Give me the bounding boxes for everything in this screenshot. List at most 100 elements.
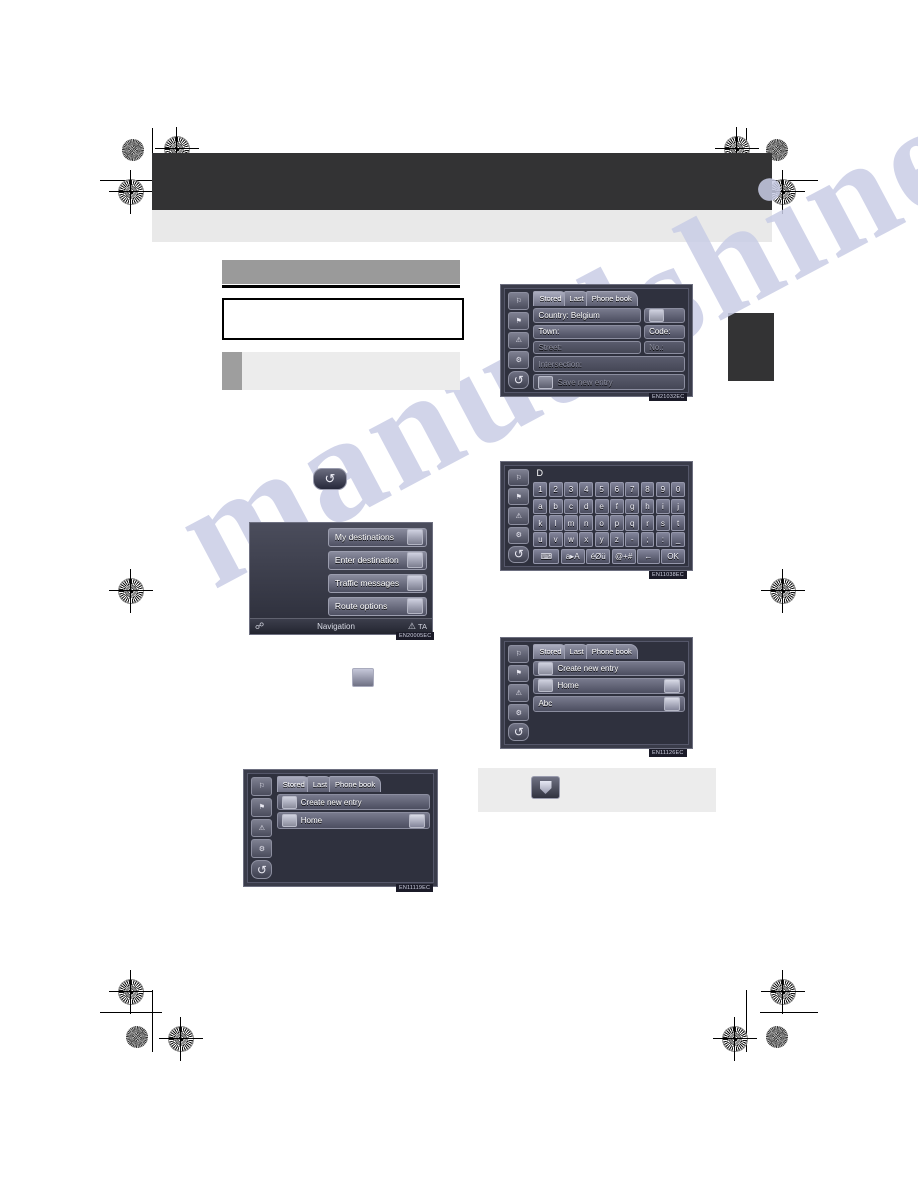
key-c[interactable]: c	[564, 498, 578, 514]
route-options-icon[interactable]: ⚙	[508, 703, 530, 722]
key-semicolon[interactable]: ;	[640, 532, 655, 548]
menu-item-traffic-messages[interactable]: Traffic messages	[327, 573, 427, 593]
key-g[interactable]: g	[625, 498, 640, 514]
key-x[interactable]: x	[579, 532, 594, 548]
row-town[interactable]: Town:	[533, 324, 642, 339]
key-p[interactable]: p	[610, 515, 624, 531]
key-v[interactable]: v	[548, 532, 563, 548]
key-r[interactable]: r	[640, 515, 655, 531]
key-a[interactable]: a	[533, 498, 548, 514]
key-h[interactable]: h	[640, 498, 655, 514]
key-y[interactable]: y	[594, 532, 609, 548]
row-street[interactable]: Street:	[533, 340, 642, 355]
key-n[interactable]: n	[579, 515, 594, 531]
row-home[interactable]: Home	[276, 812, 430, 830]
row-save-new-entry[interactable]: Save new entry	[533, 374, 685, 391]
menu-item-my-destinations[interactable]: My destinations	[327, 527, 427, 547]
key-k[interactable]: k	[533, 515, 548, 531]
key-3[interactable]: 3	[564, 482, 578, 498]
row-spacer	[277, 831, 430, 846]
key-t[interactable]: t	[671, 515, 686, 531]
registration-mark-bl2	[109, 970, 153, 1014]
my-destinations-icon	[407, 529, 423, 545]
key-symbols[interactable]: @+#	[611, 548, 636, 565]
key-u[interactable]: u	[533, 532, 548, 548]
tab-phone-book[interactable]: Phone book	[585, 644, 638, 659]
route-options-icon[interactable]: ⚙	[508, 526, 530, 544]
key-z[interactable]: z	[610, 532, 624, 548]
key-0[interactable]: 0	[671, 482, 686, 498]
my-destinations-icon[interactable]: ⚐	[508, 292, 530, 310]
edit-entry-icon[interactable]	[664, 678, 680, 693]
tab-stored[interactable]: Stored	[276, 776, 311, 792]
key-underscore[interactable]: _	[671, 532, 686, 548]
key-8[interactable]: 8	[640, 482, 655, 498]
key-s[interactable]: s	[655, 515, 670, 531]
back-icon[interactable]: ↺	[251, 860, 273, 879]
traffic-messages-icon	[407, 575, 423, 591]
back-icon[interactable]: ↺	[508, 723, 530, 741]
row-country-action[interactable]	[644, 307, 685, 323]
key-ok[interactable]: OK	[661, 548, 686, 565]
key-2[interactable]: 2	[548, 482, 563, 498]
row-intersection[interactable]: Intersection:	[533, 356, 685, 373]
tab-stored[interactable]: Stored	[533, 644, 568, 659]
key-q[interactable]: q	[625, 515, 640, 531]
key-w[interactable]: w	[564, 532, 578, 548]
key-o[interactable]: o	[594, 515, 609, 531]
row-create-new-entry[interactable]: Create new entry	[276, 793, 430, 811]
keyboard-input-value[interactable]: D	[533, 467, 685, 479]
info-tint-box	[222, 352, 460, 390]
back-icon[interactable]: ↺	[508, 371, 530, 389]
tab-stored[interactable]: Stored	[533, 291, 568, 306]
my-destinations-icon[interactable]: ⚐	[508, 469, 530, 487]
my-destinations-icon[interactable]: ⚐	[508, 645, 530, 663]
key-4[interactable]: 4	[579, 482, 594, 498]
traffic-messages-icon[interactable]: ⚠	[508, 331, 530, 350]
traffic-messages-icon[interactable]: ⚠	[508, 684, 530, 702]
my-destinations-icon[interactable]: ⚐	[251, 777, 273, 796]
row-number[interactable]: No.:	[644, 340, 685, 355]
route-options-icon[interactable]: ⚙	[251, 839, 273, 859]
key-colon[interactable]: :	[655, 532, 670, 548]
traffic-messages-icon[interactable]: ⚠	[508, 507, 530, 525]
key-case-toggle[interactable]: a▸A	[560, 548, 585, 565]
traffic-messages-icon[interactable]: ⚠	[251, 818, 273, 838]
key-hyphen[interactable]: -	[625, 532, 640, 548]
key-e[interactable]: e	[594, 498, 609, 514]
enter-destination-icon[interactable]: ⚑	[508, 664, 530, 683]
key-l[interactable]: l	[548, 515, 563, 531]
enter-destination-icon[interactable]: ⚑	[508, 311, 530, 330]
key-f[interactable]: f	[610, 498, 624, 514]
key-5[interactable]: 5	[594, 482, 609, 498]
key-accents[interactable]: éØü	[586, 548, 611, 565]
enter-destination-icon[interactable]: ⚑	[508, 488, 530, 506]
back-icon[interactable]: ↺	[508, 545, 530, 564]
tab-phone-book[interactable]: Phone book	[329, 776, 382, 792]
menu-item-route-options[interactable]: Route options	[327, 596, 427, 616]
inline-back-icon: ↺	[313, 468, 347, 490]
row-code[interactable]: Code:	[644, 324, 685, 339]
navigation-menu-list: My destinations Enter destination Traffi…	[250, 523, 432, 618]
tab-phone-book[interactable]: Phone book	[585, 291, 638, 306]
key-j[interactable]: j	[671, 498, 686, 514]
menu-item-enter-destination[interactable]: Enter destination	[327, 550, 427, 570]
row-country[interactable]: Country: Belgium	[533, 307, 642, 323]
edit-entry-icon[interactable]	[409, 813, 425, 828]
key-6[interactable]: 6	[610, 482, 624, 498]
key-i[interactable]: i	[655, 498, 670, 514]
key-m[interactable]: m	[564, 515, 578, 531]
route-options-icon[interactable]: ⚙	[508, 351, 530, 370]
key-d[interactable]: d	[579, 498, 594, 514]
keyboard-layout-icon[interactable]: ⌨	[533, 548, 560, 565]
key-9[interactable]: 9	[655, 482, 670, 498]
key-1[interactable]: 1	[533, 482, 548, 498]
key-b[interactable]: b	[548, 498, 563, 514]
row-home[interactable]: Home	[533, 677, 685, 694]
enter-destination-icon[interactable]: ⚑	[251, 797, 273, 817]
row-abc[interactable]: Abc	[533, 695, 685, 712]
row-create-new-entry[interactable]: Create new entry	[533, 660, 685, 676]
key-7[interactable]: 7	[625, 482, 640, 498]
key-backspace[interactable]: ←	[637, 548, 660, 565]
edit-entry-icon[interactable]	[664, 696, 680, 711]
